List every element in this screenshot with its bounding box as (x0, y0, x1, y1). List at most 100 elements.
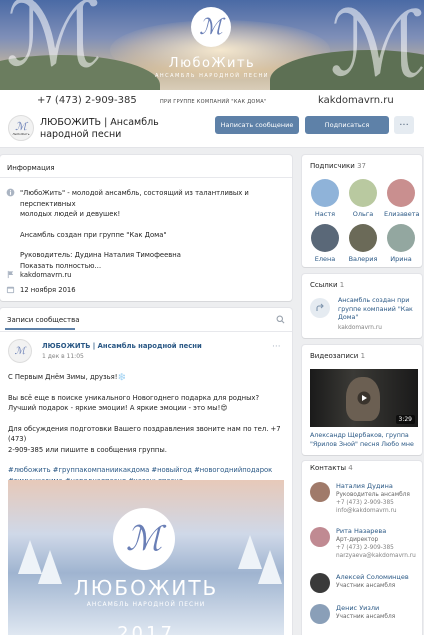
subscriber-avatar (349, 179, 377, 207)
group-avatar[interactable]: ℳ ЛюбоЖить (8, 115, 34, 141)
contact-role: Руководитель ансамбля (336, 492, 410, 498)
info-title: Информация (7, 164, 55, 172)
subscriber-item[interactable]: Ольга (346, 179, 380, 218)
post-paragraph-line: Для обсуждения подготовки Вашего поздрав… (8, 424, 281, 444)
contact-email: info@kakdomavrn.ru (336, 508, 397, 514)
link-title-line: Дома" (338, 314, 359, 321)
contact-name: Денис Уизли (336, 604, 380, 612)
contact-avatar (310, 527, 330, 547)
contact-name: Алексей Соломинцев (336, 573, 409, 581)
links-count: 1 (339, 281, 345, 289)
wall-tab-underline (5, 328, 75, 330)
post-author-name[interactable]: ЛЮБОЖИТЬ | Ансамбль народной песни (42, 342, 202, 350)
avatar-logo-icon: ℳ (14, 345, 26, 357)
post-time[interactable]: 1 дек в 11:05 (42, 353, 84, 360)
subscriber-name: Ольга (352, 210, 374, 218)
link-title-line: группе компаний "Как (338, 305, 413, 313)
cover-logo: ℳ (191, 7, 231, 47)
subscriber-name: Елизавета (384, 210, 420, 218)
contact-email: narzyaeva@kakdomavrn.ru (336, 553, 416, 559)
share-arrow-icon (316, 303, 324, 311)
info-site-row: kakdomavrn.ru (6, 270, 71, 281)
more-button[interactable]: ··· (394, 116, 414, 134)
contacts-title: Контакты (310, 464, 347, 472)
subscriber-item[interactable]: Елена (308, 224, 342, 263)
post-hashtags[interactable]: #любожить #группакомпаниикакдома #новыйг… (8, 465, 288, 476)
videos-count: 1 (360, 352, 366, 360)
info-description-line: "ЛюбоЖить" - молодой ансамбль, состоящий… (20, 189, 249, 208)
video-duration: 3:29 (395, 415, 415, 424)
post-image-year: 2017 (117, 623, 175, 635)
contact-name: Наталия Дудина (336, 482, 393, 490)
contact-item[interactable]: Рита Назарева Арт-директор +7 (473) 2-909-… (310, 527, 416, 560)
flag-icon (7, 270, 14, 279)
post-paragraph-line: Вы всё еще в поиске уникального Новогодн… (8, 393, 260, 402)
link-title[interactable]: Ансамбль создан при группе компаний "Как… (338, 297, 413, 323)
calendar-icon (6, 286, 15, 294)
subscriber-name: Валерия (348, 255, 378, 263)
info-site-link[interactable]: kakdomavrn.ru (20, 270, 71, 281)
info-date-row: 12 ноября 2016 (6, 285, 76, 296)
videos-title: Видеозаписи (310, 352, 359, 360)
contact-item[interactable]: Денис Уизли Участник ансамбля (310, 604, 395, 624)
post-author-avatar[interactable]: ℳ (8, 339, 32, 363)
post-paragraph-line: 2-909-385 или пишите в сообщения группы. (8, 445, 167, 454)
info-description-row: "ЛюбоЖить" - молодой ансамбль, состоящий… (6, 188, 292, 271)
info-line-3: Руководитель: Дудина Наталия Тимофеевна (20, 251, 181, 259)
links-header[interactable]: Ссылки 1 (310, 281, 344, 289)
subscriber-avatar (311, 179, 339, 207)
subscriber-name: Настя (314, 210, 336, 218)
contact-phone: +7 (473) 2-909-385 (336, 545, 394, 551)
contact-item[interactable]: Наталия Дудина Руководитель ансамбля +7 (4… (310, 482, 410, 515)
message-button[interactable]: Написать сообщение (215, 116, 299, 134)
search-icon[interactable] (276, 315, 285, 324)
links-title: Ссылки (310, 281, 338, 289)
contact-role: Участник ансамбля (336, 614, 396, 620)
group-name: ЛЮБОЖИТЬ | Ансамбль народной песни (40, 117, 159, 140)
subscriber-avatar (387, 179, 415, 207)
contact-role: Участник ансамбля (336, 583, 396, 589)
link-title-line: Ансамбль создан при (338, 297, 410, 304)
subscribers-card: Подписчики 37 Настя Ольга Елизавета Елен… (302, 155, 422, 267)
subscriber-item[interactable]: Настя (308, 179, 342, 218)
subscriber-avatar (349, 224, 377, 252)
post-menu-icon[interactable]: ··· (272, 342, 281, 352)
cover-website: kakdomavrn.ru (318, 95, 394, 106)
info-line-2: Ансамбль создан при группе "Как Дома" (20, 230, 167, 239)
contact-name: Рита Назарева (336, 527, 387, 535)
play-icon[interactable] (357, 391, 371, 405)
post-greeting: С Первым Днём Зимы, друзья!❄️ (8, 373, 126, 381)
subscribers-header[interactable]: Подписчики 37 (310, 162, 366, 170)
cover-brand-title: ЛюбоЖить (168, 56, 256, 71)
avatar-logo-icon: ℳ (15, 119, 27, 133)
divider (0, 177, 292, 178)
info-description-line: молодых людей и девушек! (20, 210, 121, 218)
info-date: 12 ноября 2016 (20, 286, 76, 294)
subscriber-avatar (311, 224, 339, 252)
cover-brand-subtitle: АНСАМБЛЬ НАРОДНОЙ ПЕСНИ (154, 73, 270, 79)
subscribers-title: Подписчики (310, 162, 355, 170)
divider (0, 331, 292, 332)
cover-phone: +7 (473) 2-909-385 (37, 95, 137, 106)
video-caption-line: "Ярилов Зной" песня Любо мне (310, 440, 414, 448)
video-thumbnail[interactable]: 3:29 (310, 369, 418, 427)
avatar-text: ЛюбоЖить (12, 131, 30, 136)
video-caption[interactable]: Александр Щербаков, группа "Ярилов Зной"… (310, 432, 414, 449)
post-paragraph-line: Лучший подарок - яркие эмоции! А яркие э… (8, 404, 228, 412)
subscribe-button[interactable]: Подписаться (305, 116, 389, 134)
subscriber-item[interactable]: Ирина (384, 224, 418, 263)
videos-header[interactable]: Видеозаписи 1 (310, 352, 365, 360)
subscriber-item[interactable]: Валерия (346, 224, 380, 263)
links-card: Ссылки 1 Ансамбль создан при группе комп… (302, 274, 422, 338)
group-header: ℳ ЛюбоЖить ЛЮБОЖИТЬ | Ансамбль народной … (0, 108, 424, 148)
wall-title[interactable]: Записи сообщества (7, 316, 80, 324)
contacts-header[interactable]: Контакты 4 (310, 464, 353, 472)
contact-item[interactable]: Алексей Соломинцев Участник ансамбля (310, 573, 409, 593)
post-image[interactable]: ℳ ЛЮБОЖИТЬ АНСАМБЛЬ НАРОДНОЙ ПЕСНИ 2017 (8, 480, 284, 635)
videos-card: Видеозаписи 1 3:29 Александр Щербаков, г… (302, 345, 422, 455)
subscriber-avatar (387, 224, 415, 252)
subscriber-item[interactable]: Елизавета (384, 179, 420, 218)
contact-avatar (310, 604, 330, 624)
subscribers-count: 37 (357, 162, 366, 170)
subscriber-name: Ирина (390, 255, 412, 263)
